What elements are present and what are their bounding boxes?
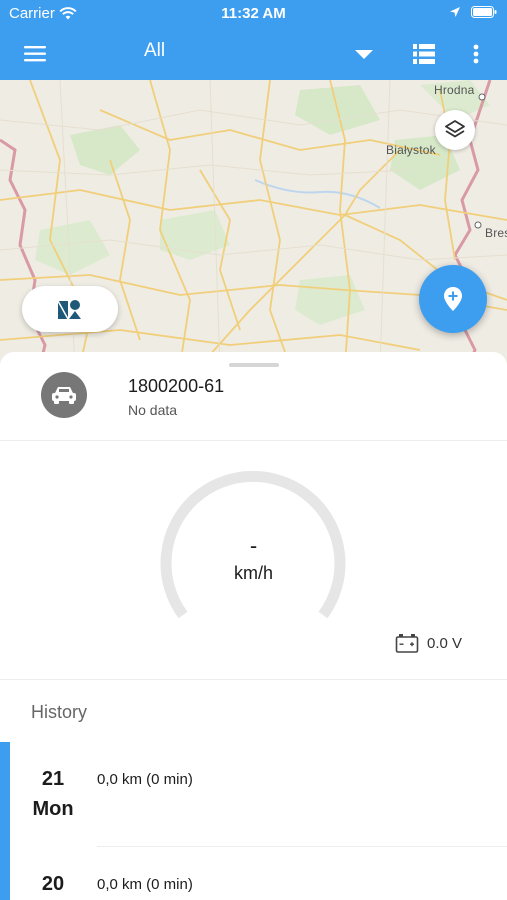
history-day-number: 21	[41, 768, 65, 790]
layers-icon	[445, 120, 465, 138]
vehicle-status: No data	[128, 402, 178, 418]
battery-icon	[471, 6, 497, 18]
vehicle-avatar	[41, 372, 87, 418]
history-day-summary: 0,0 km (0 min)	[97, 876, 193, 893]
map-city-label: Bres	[485, 226, 507, 240]
clock: 11:32 AM	[221, 5, 286, 22]
divider	[0, 440, 507, 441]
vehicle-details-sheet: 1800200-61 No data - km/h 0.0 V History …	[0, 352, 507, 900]
car-battery-icon	[395, 634, 419, 653]
status-bar: Carrier 11:32 AM	[0, 0, 507, 28]
map-city-label: Hrodna	[434, 83, 475, 97]
list-icon	[413, 44, 435, 64]
shapes-icon	[57, 300, 81, 320]
car-icon	[52, 387, 76, 404]
more-vertical-icon	[473, 44, 479, 64]
history-title: History	[31, 702, 88, 722]
filter-dropdown-button[interactable]	[352, 44, 376, 64]
more-options-button[interactable]	[466, 40, 486, 68]
hamburger-icon	[24, 46, 46, 62]
add-marker-button[interactable]	[419, 265, 487, 333]
speed-unit: km/h	[233, 563, 273, 583]
location-arrow-icon	[450, 7, 460, 17]
battery-value: 0.0 V	[427, 634, 463, 652]
divider	[97, 846, 507, 847]
caret-down-icon	[355, 50, 373, 59]
history-day-number: 20	[41, 873, 65, 895]
speed-value: -	[249, 533, 258, 558]
geofences-button[interactable]	[22, 286, 118, 332]
vehicle-name: 1800200-61	[128, 376, 225, 396]
add-location-icon	[444, 287, 462, 311]
map-layers-button[interactable]	[435, 110, 475, 150]
sheet-grabber[interactable]	[229, 363, 279, 367]
history-day-summary: 0,0 km (0 min)	[97, 771, 193, 788]
filter-title[interactable]: All	[144, 40, 165, 62]
menu-button[interactable]	[22, 41, 50, 67]
app-bar: All	[0, 28, 507, 80]
history-weekday: Mon	[32, 798, 74, 820]
map-city-label: Białystok	[386, 143, 436, 157]
history-selected-indicator	[0, 742, 10, 900]
divider	[0, 679, 507, 680]
list-view-button[interactable]	[410, 41, 438, 67]
battery-voltage: 0.0 V	[395, 632, 462, 654]
